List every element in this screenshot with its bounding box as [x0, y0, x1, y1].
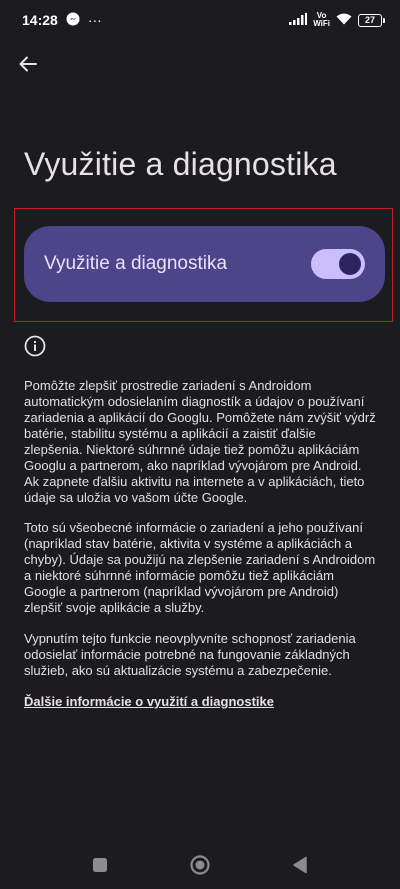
main-switch-label: Využitie a diagnostika	[44, 253, 228, 274]
vowifi-bottom: WiFi	[313, 19, 330, 28]
wifi-icon	[336, 12, 352, 28]
nav-recents-button[interactable]	[86, 851, 114, 879]
description-paragraph-3: Vypnutím tejto funkcie neovplyvníte scho…	[24, 631, 356, 678]
battery-level: 27	[364, 15, 375, 25]
messenger-icon	[66, 12, 80, 29]
description-paragraph-2: Toto sú všeobecné informácie o zariadení…	[24, 520, 376, 615]
toggle-thumb	[339, 253, 361, 275]
main-switch-bar[interactable]: Využitie a diagnostika	[24, 226, 385, 302]
main-toggle-switch[interactable]	[311, 249, 365, 279]
battery-icon: 27	[358, 13, 385, 27]
triangle-icon	[293, 856, 307, 874]
circle-icon	[190, 855, 210, 875]
page-title: Využitie a diagnostika	[24, 146, 337, 182]
status-left: 14:28 ···	[22, 12, 102, 29]
description-paragraph-1: Pomôžte zlepšiť prostredie zariadení s A…	[24, 378, 376, 505]
arrow-back-icon	[19, 56, 37, 72]
status-bar: 14:28 ··· Vo WiFi 27	[0, 0, 400, 40]
back-button[interactable]	[12, 48, 44, 80]
learn-more-link[interactable]: Ďalšie informácie o využití a diagnostik…	[24, 694, 274, 709]
nav-back-button[interactable]	[286, 851, 314, 879]
info-icon	[24, 335, 46, 357]
navigation-bar	[0, 841, 400, 889]
nav-home-button[interactable]	[186, 851, 214, 879]
status-time: 14:28	[22, 12, 58, 28]
square-icon	[93, 858, 107, 872]
status-more-dots: ···	[87, 12, 102, 28]
vowifi-indicator: Vo WiFi	[313, 12, 330, 28]
status-right: Vo WiFi 27	[289, 12, 385, 28]
signal-icon	[289, 12, 308, 28]
